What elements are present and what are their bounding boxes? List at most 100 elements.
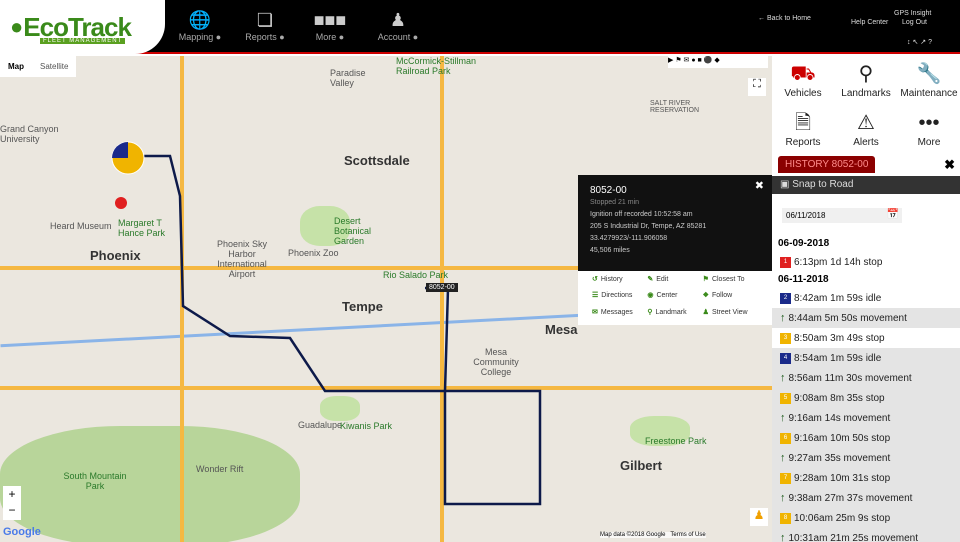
map-label: Guadalupe xyxy=(298,420,343,430)
reports-icon: ❏ xyxy=(256,10,274,30)
history-item-text: 9:28am 10m 31s stop xyxy=(794,472,891,484)
history-item-text: 10:06am 25m 9s stop xyxy=(794,512,891,524)
history-item-stop[interactable]: 8 10:06am 25m 9s stop xyxy=(772,508,960,528)
map-label: Phoenix Sky Harbor International Airport xyxy=(216,239,268,279)
center-action[interactable]: ◉ Center xyxy=(647,291,702,304)
alerts-button[interactable]: ⚠ Alerts xyxy=(835,109,897,148)
movement-arrow-icon: ↑ xyxy=(780,312,786,324)
movement-arrow-icon: ↑ xyxy=(780,452,786,464)
more-icon: ■■■ xyxy=(313,10,347,30)
landmark-action[interactable]: ⚲ Landmark xyxy=(647,308,702,321)
history-item-move[interactable]: ↑ 9:38am 27m 37s movement xyxy=(772,488,960,508)
more-dots-icon: ••• xyxy=(918,112,940,134)
popup-miles: 45,506 miles xyxy=(590,247,630,254)
google-logo: Google xyxy=(3,526,41,538)
movement-arrow-icon: ↑ xyxy=(780,412,786,424)
close-icon[interactable]: ✖ xyxy=(755,180,764,192)
globe-icon: 🌐 xyxy=(188,10,212,30)
logo-subtitle: FLEET MANAGEMENT xyxy=(40,38,126,44)
tile-label: More xyxy=(917,137,941,148)
nav-more[interactable]: ■■■ More ● xyxy=(300,8,360,42)
history-item-text: 8:42am 1m 59s idle xyxy=(794,292,882,304)
history-action[interactable]: ↺ History xyxy=(592,275,647,288)
nav-mapping[interactable]: 🌐 Mapping ● xyxy=(170,8,230,42)
action-label: Landmark xyxy=(655,308,687,316)
history-item-stop[interactable]: 7 9:28am 10m 31s stop xyxy=(772,468,960,488)
history-item-text: 9:27am 35s movement xyxy=(788,452,891,464)
snap-to-road-toggle[interactable]: ▣ Snap to Road xyxy=(772,176,960,194)
history-item-text: 9:08am 8m 35s stop xyxy=(794,392,885,404)
history-item-move[interactable]: ↑ 10:31am 21m 25s movement xyxy=(772,528,960,542)
tile-label: Reports xyxy=(785,137,821,148)
truck-icon: ⛟ xyxy=(790,63,816,85)
logo[interactable]: ● EcoTrack FLEET MANAGEMENT xyxy=(0,0,165,54)
map-label: Tempe xyxy=(342,299,383,314)
history-item-move[interactable]: ↑ 9:27am 35s movement xyxy=(772,448,960,468)
action-label: Messages xyxy=(600,308,633,316)
popup-status: Stopped 21 min xyxy=(590,199,640,206)
landmarks-button[interactable]: ⚲ Landmarks xyxy=(835,60,897,99)
vehicle-marker[interactable]: 8052-00 xyxy=(426,283,458,292)
user-icon: ♟ xyxy=(389,10,407,30)
map-label: Desert Botanical Garden xyxy=(334,216,372,246)
vehicles-button[interactable]: ⛟ Vehicles xyxy=(772,60,834,99)
toolbar-icons[interactable]: ↕ ↖ ↗ ? xyxy=(907,38,932,46)
directions-action[interactable]: ☰ Directions xyxy=(592,291,647,304)
map-label: Paradise Valley xyxy=(330,68,366,88)
popup-title: 8052-00 xyxy=(590,185,627,196)
zoom-control[interactable]: + − xyxy=(3,486,21,520)
messages-action[interactable]: ✉ Messages xyxy=(592,308,647,321)
history-item-stop[interactable]: 5 9:08am 8m 35s stop xyxy=(772,388,960,408)
reports-button[interactable]: 🗎 Reports xyxy=(772,109,834,148)
map-label: SALT RIVER RESERVATION xyxy=(650,100,700,114)
map-label: Freestone Park xyxy=(645,436,707,446)
nav-reports[interactable]: ❏ Reports ● xyxy=(235,8,295,42)
history-item-stop[interactable]: 1 6:13pm 1d 14h stop xyxy=(772,252,960,272)
back-home-label: Back to Home xyxy=(766,15,811,22)
follow-action[interactable]: ❖ Follow xyxy=(703,291,758,304)
edit-action[interactable]: ✎ Edit xyxy=(647,275,702,288)
history-item-move[interactable]: ↑ 8:56am 11m 30s movement xyxy=(772,368,960,388)
more-button[interactable]: ••• More xyxy=(898,109,960,148)
tile-label: Maintenance xyxy=(900,88,958,99)
action-label: History xyxy=(600,276,623,283)
nav-label: More xyxy=(315,32,337,42)
action-label: Closest To xyxy=(711,276,745,283)
nav-account[interactable]: ♟ Account ● xyxy=(368,8,428,42)
history-item-text: 8:50am 3m 49s stop xyxy=(794,332,885,344)
map-label: South Mountain Park xyxy=(63,471,127,491)
terms-link[interactable]: Terms of Use xyxy=(670,532,705,538)
date-value: 06/11/2018 xyxy=(786,211,826,220)
map-label: Scottsdale xyxy=(344,153,410,168)
movement-arrow-icon: ↑ xyxy=(780,492,786,504)
maintenance-button[interactable]: 🔧 Maintenance xyxy=(898,60,960,99)
vehicle-info-popup: 8052-00 ✖ Stopped 21 min Ignition off re… xyxy=(578,175,772,325)
history-item-stop[interactable]: 6 9:16am 10m 50s stop xyxy=(772,428,960,448)
calendar-icon[interactable]: 📅 xyxy=(887,209,899,220)
closest-to-action[interactable]: ⚑ Closest To xyxy=(703,275,758,288)
stop-badge-icon: 7 xyxy=(780,472,791,484)
street-view-action[interactable]: ♟ Street View xyxy=(703,308,758,321)
history-item-text: 9:16am 14s movement xyxy=(788,412,891,424)
help-center-link[interactable]: Help Center xyxy=(851,19,888,26)
street-view-pegman-icon[interactable]: ♟ xyxy=(750,508,768,526)
map-label: Wonder Rift xyxy=(196,464,244,474)
history-item-stop[interactable]: 3 8:50am 3m 49s stop xyxy=(772,328,960,348)
location-pin-icon: ● xyxy=(10,14,24,39)
action-label: Edit xyxy=(656,276,669,283)
close-history-icon[interactable]: ✖ xyxy=(944,157,955,173)
idle-badge-icon: 2 xyxy=(780,292,791,304)
company-name: GPS Insight xyxy=(894,10,932,17)
map-label: Mesa xyxy=(545,322,578,337)
history-item-idle[interactable]: 2 8:42am 1m 59s idle xyxy=(772,288,960,308)
history-item-move[interactable]: ↑ 9:16am 14s movement xyxy=(772,408,960,428)
history-tab[interactable]: HISTORY 8052-00 xyxy=(778,156,876,173)
back-to-home-link[interactable]: ← Back to Home xyxy=(758,15,811,22)
log-out-link[interactable]: Log Out xyxy=(902,19,927,26)
stop-badge-icon: 3 xyxy=(780,332,791,344)
history-item-text: 8:44am 5m 50s movement xyxy=(788,312,907,324)
action-label: Center xyxy=(656,292,678,300)
history-item-idle[interactable]: 4 8:54am 1m 59s idle xyxy=(772,348,960,368)
date-input[interactable]: 06/11/2018 📅 xyxy=(782,208,902,223)
history-item-move[interactable]: ↑ 8:44am 5m 50s movement xyxy=(772,308,960,328)
